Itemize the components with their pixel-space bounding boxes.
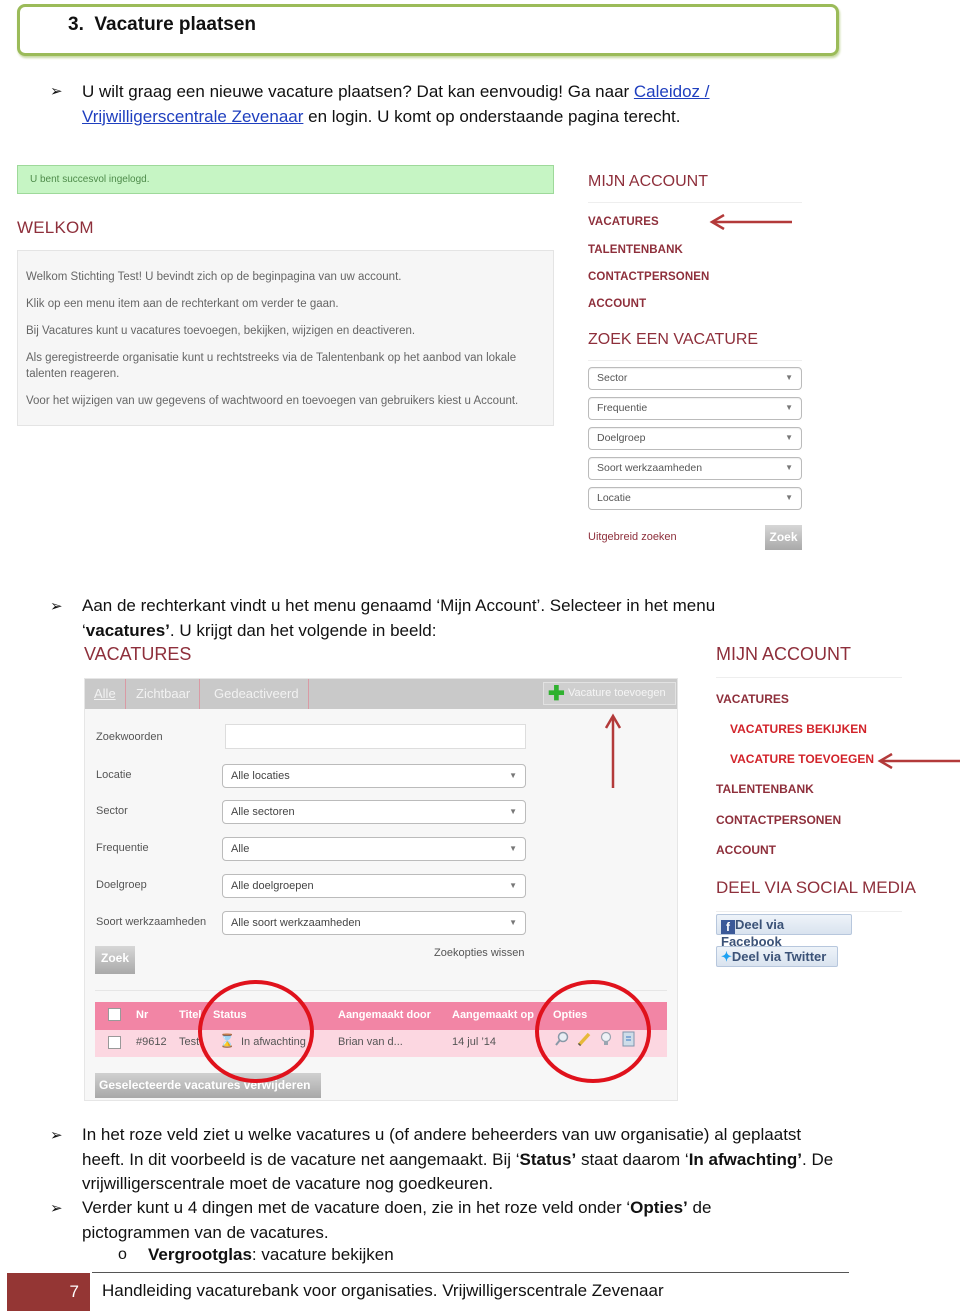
menu-item-vacature-toevoegen[interactable]: VACATURE TOEVOEGEN: [730, 752, 874, 766]
caret-down-icon: ▼: [509, 771, 517, 780]
cell-aangemaakt-op: 14 jul ’14: [452, 1036, 497, 1048]
welcome-box: Welkom Stichting Test! U bevindt zich op…: [17, 250, 554, 426]
arrow-bullet-icon: ➢: [50, 598, 63, 615]
menu-item-vacatures-bekijken[interactable]: VACATURES BEKIJKEN: [730, 722, 867, 736]
menu-item-contactpersonen[interactable]: CONTACTPERSONEN: [588, 271, 709, 283]
menu-item-account[interactable]: ACCOUNT: [588, 298, 646, 310]
zoek-button[interactable]: Zoek: [95, 946, 135, 974]
red-annotation-circle-opties: [535, 980, 651, 1083]
tab-gedeactiveerd[interactable]: Gedeactiveerd: [205, 679, 309, 709]
frequentie-label: Frequentie: [96, 842, 149, 854]
cell-nr: #9612: [136, 1036, 167, 1048]
heading-number: 3.: [68, 14, 84, 35]
frequentie-select[interactable]: Alle ▼: [222, 837, 526, 861]
red-arrow-up-icon: [604, 713, 622, 788]
sector-label: Sector: [96, 805, 128, 817]
vacatures-title: VACATURES: [84, 644, 192, 664]
welcome-text: Als geregistreerde organisatie kunt u re…: [26, 352, 517, 380]
doelgroep-select[interactable]: Doelgroep ▼: [588, 427, 802, 450]
column-header-titel[interactable]: Titel: [179, 1009, 201, 1021]
menu-instruction: Aan de rechterkant vindt u het menu gena…: [82, 596, 716, 640]
success-message: U bent succesvol ingelogd.: [17, 165, 554, 194]
doelgroep-label: Doelgroep: [96, 879, 147, 891]
footer-text: Handleiding vacaturebank voor organisati…: [102, 1281, 664, 1300]
welcome-text: Welkom Stichting Test! U bevindt zich op…: [26, 271, 402, 283]
doelgroep-select[interactable]: Alle doelgroepen ▼: [222, 874, 526, 898]
frequentie-select[interactable]: Frequentie ▼: [588, 397, 802, 420]
red-arrow-left-icon: [709, 214, 792, 230]
zoek-button[interactable]: Zoek: [765, 525, 802, 550]
locatie-label: Locatie: [96, 769, 132, 781]
welcome-text: Voor het wijzigen van uw gegevens of wac…: [26, 395, 519, 407]
social-media-heading: DEEL VIA SOCIAL MEDIA: [716, 878, 916, 897]
tab-zichtbaar[interactable]: Zichtbaar: [127, 679, 201, 709]
divider: [716, 677, 902, 678]
divider: [716, 911, 902, 912]
caret-down-icon: ▼: [509, 881, 517, 890]
zoekwoorden-label: Zoekwoorden: [96, 731, 163, 743]
red-arrow-left-icon: [877, 753, 960, 769]
cell-titel[interactable]: Test: [179, 1036, 199, 1048]
select-all-checkbox[interactable]: [108, 1008, 121, 1021]
twitter-icon: ✦: [721, 949, 732, 964]
red-annotation-circle-status: [198, 980, 314, 1083]
caret-down-icon: ▼: [785, 433, 793, 442]
column-header-aangemaakt-op[interactable]: Aangemaakt op: [452, 1009, 534, 1021]
welcome-title: WELKOM: [17, 218, 94, 237]
soort-werkzaamheden-select[interactable]: Alle soort werkzaamheden ▼: [222, 911, 526, 935]
caret-down-icon: ▼: [785, 373, 793, 382]
zoekwoorden-input[interactable]: [225, 724, 526, 749]
vergrootglas-item: Vergrootglas: vacature bekijken: [148, 1245, 394, 1264]
caret-down-icon: ▼: [509, 844, 517, 853]
zoek-vacature-heading: ZOEK EEN VACATURE: [588, 331, 759, 348]
caret-down-icon: ▼: [785, 403, 793, 412]
divider: [588, 360, 802, 361]
heading-title: Vacature plaatsen: [94, 14, 257, 35]
soort-werkzaamheden-select[interactable]: Soort werkzaamheden ▼: [588, 457, 802, 480]
facebook-icon: f: [721, 920, 735, 934]
sector-select[interactable]: Alle sectoren ▼: [222, 800, 526, 824]
menu-item-vacatures[interactable]: VACATURES: [716, 692, 789, 706]
uitgebreid-zoeken-link[interactable]: Uitgebreid zoeken: [588, 531, 677, 543]
menu-item-contactpersonen[interactable]: CONTACTPERSONEN: [716, 813, 841, 827]
locatie-select[interactable]: Alle locaties ▼: [222, 764, 526, 788]
plus-icon: ✚: [548, 683, 565, 705]
column-header-aangemaakt-door[interactable]: Aangemaakt door: [338, 1009, 431, 1021]
welcome-text: Bij Vacatures kunt u vacatures toevoegen…: [26, 325, 416, 337]
status-explanation: In het roze veld ziet u welke vacatures …: [82, 1125, 834, 1193]
menu-item-talentenbank[interactable]: TALENTENBANK: [716, 782, 814, 796]
menu-item-talentenbank[interactable]: TALENTENBANK: [588, 244, 683, 256]
zoekopties-wissen-link[interactable]: Zoekopties wissen: [434, 947, 525, 959]
menu-item-account[interactable]: ACCOUNT: [716, 843, 776, 857]
locatie-select[interactable]: Locatie ▼: [588, 487, 802, 510]
section-heading: 3. Vacature plaatsen: [68, 14, 256, 36]
mijn-account-heading: MIJN ACCOUNT: [716, 644, 851, 664]
vacature-toevoegen-button[interactable]: ✚ Vacature toevoegen: [543, 682, 676, 705]
menu-item-vacatures[interactable]: VACATURES: [588, 216, 659, 228]
arrow-bullet-icon: ➢: [50, 83, 63, 100]
caret-down-icon: ▼: [785, 493, 793, 502]
tab-alle[interactable]: Alle: [85, 679, 126, 709]
twitter-share-button[interactable]: ✦Deel via Twitter: [716, 946, 838, 967]
welcome-text: Klik op een menu item aan de rechterkant…: [26, 298, 339, 310]
caret-down-icon: ▼: [509, 918, 517, 927]
arrow-bullet-icon: ➢: [50, 1127, 63, 1144]
mijn-account-heading: MIJN ACCOUNT: [588, 173, 708, 190]
row-checkbox[interactable]: [108, 1036, 121, 1049]
page-number: 7: [7, 1273, 90, 1311]
soort-werkzaamheden-label: Soort werkzaamheden: [96, 916, 207, 928]
circle-bullet-icon: o: [118, 1246, 127, 1263]
opties-explanation: Verder kunt u 4 dingen met de vacature d…: [82, 1198, 712, 1242]
delete-selected-button[interactable]: Geselecteerde vacatures verwijderen: [95, 1073, 321, 1098]
intro-paragraph: U wilt graag een nieuwe vacature plaatse…: [82, 82, 710, 126]
caret-down-icon: ▼: [509, 807, 517, 816]
cell-aangemaakt-door: Brian van d...: [338, 1036, 403, 1048]
sector-select[interactable]: Sector ▼: [588, 367, 802, 390]
arrow-bullet-icon: ➢: [50, 1200, 63, 1217]
column-header-nr[interactable]: Nr: [136, 1009, 148, 1021]
caret-down-icon: ▼: [785, 463, 793, 472]
footer-divider: [92, 1272, 849, 1273]
facebook-share-button[interactable]: f Deel via Facebook: [716, 914, 852, 949]
divider: [588, 202, 802, 203]
